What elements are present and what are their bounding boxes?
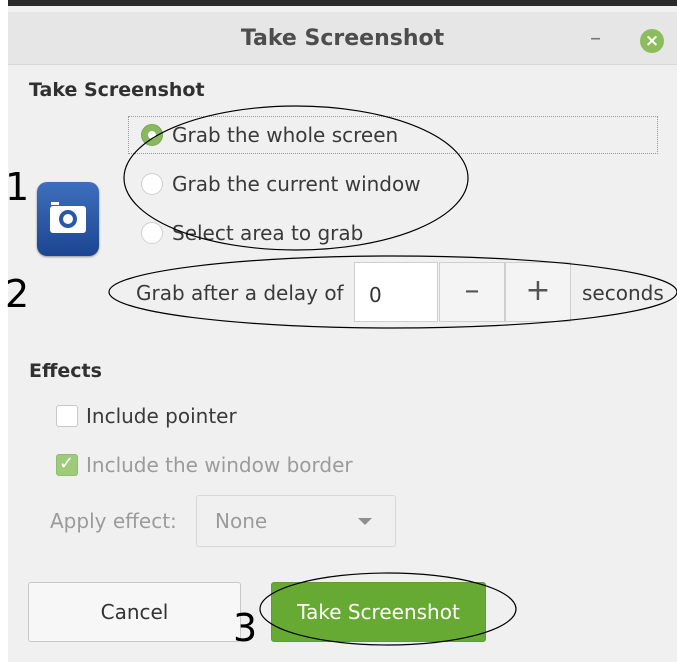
minimize-button[interactable]: –: [590, 26, 601, 51]
include-border-checkbox[interactable]: [56, 453, 78, 476]
radio-label[interactable]: Grab the whole screen: [172, 123, 398, 147]
effects-heading: Effects: [29, 360, 102, 382]
annotation-number-2: 2: [5, 272, 30, 316]
annotation-number-1: 1: [5, 165, 30, 209]
close-button[interactable]: ×: [640, 29, 664, 53]
radio-label[interactable]: Select area to grab: [172, 221, 363, 245]
radio-button[interactable]: [141, 173, 163, 195]
increment-button[interactable]: +: [505, 262, 571, 322]
title-bar: Take Screenshot – ×: [8, 12, 677, 65]
cancel-button[interactable]: Cancel: [28, 582, 241, 642]
apply-effect-label: Apply effect:: [50, 509, 177, 533]
radio-button[interactable]: [141, 222, 163, 244]
include-border-label[interactable]: Include the window border: [86, 453, 353, 477]
seconds-label: seconds: [582, 281, 664, 305]
decrement-button[interactable]: –: [439, 262, 505, 322]
window-title: Take Screenshot: [240, 26, 445, 51]
include-pointer-label[interactable]: Include pointer: [86, 404, 237, 428]
delay-input[interactable]: 0: [354, 262, 438, 322]
radio-label[interactable]: Grab the current window: [172, 172, 421, 196]
take-screenshot-button[interactable]: Take Screenshot: [271, 582, 486, 642]
take-screenshot-heading: Take Screenshot: [29, 79, 205, 101]
camera-icon: [37, 182, 99, 256]
delay-label: Grab after a delay of: [136, 281, 344, 305]
include-pointer-checkbox[interactable]: [56, 405, 78, 427]
annotation-number-3: 3: [233, 606, 258, 650]
chevron-down-icon: [358, 518, 372, 525]
radio-button-selected[interactable]: [141, 124, 163, 146]
